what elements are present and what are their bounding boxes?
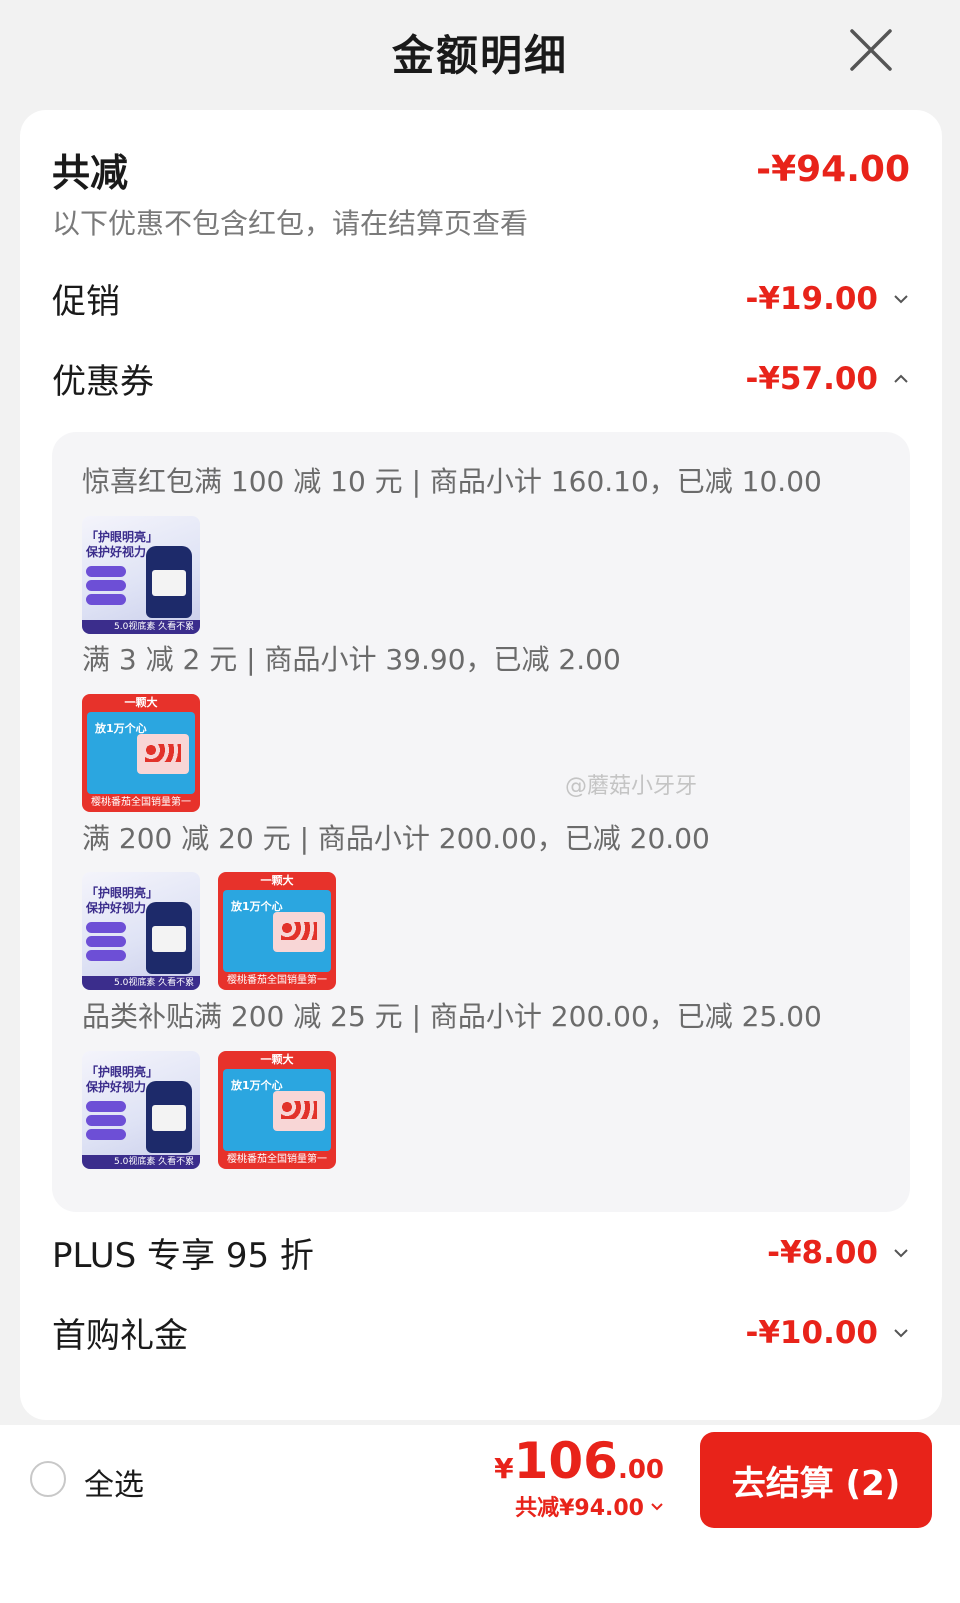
saved-amount[interactable]: 共减¥94.00 bbox=[515, 1490, 664, 1522]
checkout-button[interactable]: 去结算 (2) bbox=[700, 1432, 932, 1528]
product-strip: 5.0视底素 久看不累 bbox=[82, 976, 200, 990]
coupon-title: 满 200 减 20 元 | 商品小计 200.00，已减 20.00 bbox=[82, 822, 710, 855]
row-amount: -¥57.00 bbox=[745, 360, 879, 397]
select-all-label[interactable]: 全选 bbox=[84, 1460, 144, 1504]
tomato-box-icon bbox=[273, 912, 325, 952]
badge bbox=[86, 922, 126, 933]
bottle-icon bbox=[146, 546, 192, 618]
total-row: 共减 -¥94.00 bbox=[52, 142, 910, 197]
product-headline: 保护好视力 bbox=[86, 1080, 147, 1094]
watermark: @蘑菇小牙牙 bbox=[565, 774, 698, 799]
row-plus-discount[interactable]: PLUS 专享 95 折 -¥8.00 bbox=[52, 1228, 910, 1277]
tomato-box-icon bbox=[273, 1091, 325, 1131]
price-integer: 106 bbox=[513, 1432, 618, 1490]
product-thumbnail-tomato[interactable]: 一颗大 放1万个心 樱桃番茄全国销量第一 bbox=[218, 872, 336, 990]
header: 金额明细 bbox=[0, 0, 960, 104]
row-amount: -¥8.00 bbox=[767, 1234, 878, 1271]
row-amount: -¥10.00 bbox=[745, 1314, 879, 1351]
badge bbox=[86, 1115, 126, 1126]
row-promotion[interactable]: 促销 -¥19.00 bbox=[52, 274, 910, 323]
product-bottom: 樱桃番茄全国销量第一 bbox=[227, 1154, 327, 1165]
product-strip: 5.0视底素 久看不累 bbox=[82, 1155, 200, 1169]
product-bottom: 樱桃番茄全国销量第一 bbox=[91, 797, 191, 808]
row-first-purchase-gift[interactable]: 首购礼金 -¥10.00 bbox=[52, 1308, 910, 1357]
tomato-box-icon bbox=[137, 734, 189, 774]
bottle-icon bbox=[146, 902, 192, 974]
chevron-down-icon[interactable] bbox=[892, 290, 910, 308]
total-amount: -¥94.00 bbox=[756, 149, 910, 190]
product-thumbnail-eye[interactable]: 「护眼明亮」 保护好视力 5.0视底素 久看不累 bbox=[82, 872, 200, 990]
coupon-products: 「护眼明亮」 保护好视力 5.0视底素 久看不累 一颗大 放1万个心 樱桃番茄全国… bbox=[82, 1051, 336, 1169]
chevron-down-icon[interactable] bbox=[892, 1244, 910, 1262]
product-headline: 「护眼明亮」 bbox=[86, 1065, 159, 1079]
page-title: 金额明细 bbox=[391, 30, 568, 80]
row-label: 优惠券 bbox=[52, 362, 154, 402]
price-decimal: .00 bbox=[617, 1455, 664, 1485]
bottle-icon bbox=[146, 1081, 192, 1153]
chevron-down-icon[interactable] bbox=[892, 1324, 910, 1342]
row-amount: -¥19.00 bbox=[745, 280, 879, 317]
discount-note: 以下优惠不包含红包，请在结算页查看 bbox=[52, 207, 529, 240]
row-coupon[interactable]: 优惠券 -¥57.00 bbox=[52, 354, 910, 403]
product-thumbnail-eye[interactable]: 「护眼明亮」 保护好视力 5.0视底素 久看不累 bbox=[82, 1051, 200, 1169]
product-thumbnail-eye[interactable]: 「护眼明亮」 保护好视力 5.0视底素 久看不累 bbox=[82, 516, 200, 634]
product-headline: 「护眼明亮」 bbox=[86, 530, 159, 544]
product-strip: 5.0视底素 久看不累 bbox=[82, 620, 200, 634]
total-price: ¥106.00 bbox=[494, 1432, 664, 1490]
product-top: 一颗大 bbox=[260, 874, 294, 887]
row-label: 促销 bbox=[52, 282, 120, 322]
product-bottom: 樱桃番茄全国销量第一 bbox=[227, 975, 327, 986]
badge bbox=[86, 1101, 126, 1112]
product-top: 一颗大 bbox=[260, 1053, 294, 1066]
coupon-products: 「护眼明亮」 保护好视力 5.0视底素 久看不累 bbox=[82, 516, 200, 634]
badge bbox=[86, 936, 126, 947]
product-headline: 保护好视力 bbox=[86, 901, 147, 915]
product-thumbnail-tomato[interactable]: 一颗大 放1万个心 樱桃番茄全国销量第一 bbox=[82, 694, 200, 812]
details-card: 共减 -¥94.00 以下优惠不包含红包，请在结算页查看 促销 -¥19.00 … bbox=[20, 110, 942, 1420]
badge bbox=[86, 594, 126, 605]
coupon-detail-panel: 惊喜红包满 100 减 10 元 | 商品小计 160.10，已减 10.00 … bbox=[52, 432, 910, 1212]
chevron-up-icon[interactable] bbox=[892, 370, 910, 388]
badge bbox=[86, 950, 126, 961]
chevron-down-icon[interactable] bbox=[650, 1499, 664, 1513]
product-top: 一颗大 bbox=[124, 696, 158, 709]
row-label: 首购礼金 bbox=[52, 1316, 188, 1356]
saved-text: 共减¥94.00 bbox=[515, 1496, 644, 1521]
coupon-products: 一颗大 放1万个心 樱桃番茄全国销量第一 bbox=[82, 694, 200, 812]
coupon-title: 惊喜红包满 100 减 10 元 | 商品小计 160.10，已减 10.00 bbox=[82, 465, 822, 498]
close-icon[interactable] bbox=[848, 27, 894, 73]
badge bbox=[86, 1129, 126, 1140]
coupon-title: 满 3 减 2 元 | 商品小计 39.90，已减 2.00 bbox=[82, 643, 621, 676]
product-thumbnail-tomato[interactable]: 一颗大 放1万个心 樱桃番茄全国销量第一 bbox=[218, 1051, 336, 1169]
badge bbox=[86, 566, 126, 577]
currency-symbol: ¥ bbox=[494, 1452, 514, 1485]
badge bbox=[86, 580, 126, 591]
coupon-products: 「护眼明亮」 保护好视力 5.0视底素 久看不累 一颗大 放1万个心 樱桃番茄全国… bbox=[82, 872, 336, 990]
select-all-radio[interactable] bbox=[30, 1461, 66, 1497]
coupon-title: 品类补贴满 200 减 25 元 | 商品小计 200.00，已减 25.00 bbox=[82, 1000, 822, 1033]
product-headline: 保护好视力 bbox=[86, 545, 147, 559]
row-label: PLUS 专享 95 折 bbox=[52, 1236, 314, 1276]
total-label: 共减 bbox=[52, 151, 129, 195]
product-headline: 「护眼明亮」 bbox=[86, 886, 159, 900]
